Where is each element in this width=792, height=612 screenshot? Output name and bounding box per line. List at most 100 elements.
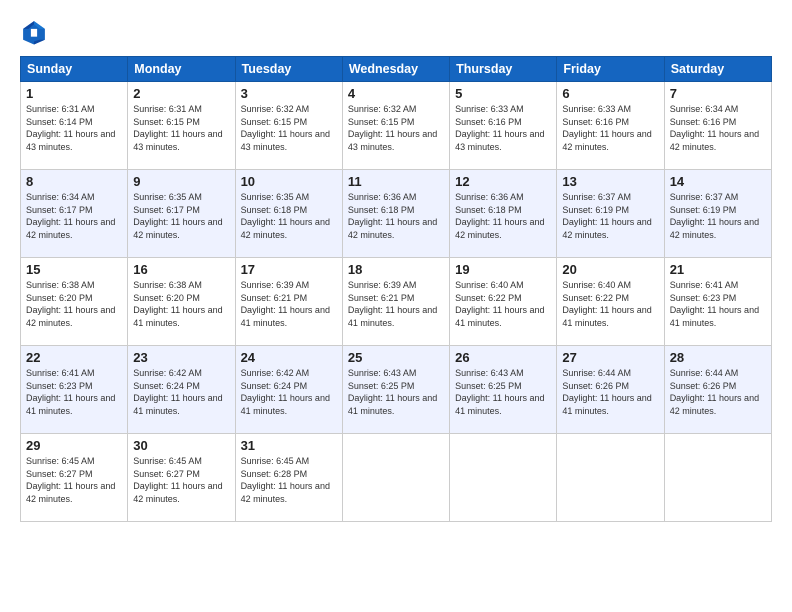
- day-info: Sunrise: 6:40 AM Sunset: 6:22 PM Dayligh…: [562, 279, 658, 329]
- day-number: 6: [562, 86, 658, 101]
- day-info: Sunrise: 6:37 AM Sunset: 6:19 PM Dayligh…: [670, 191, 766, 241]
- day-cell: 6 Sunrise: 6:33 AM Sunset: 6:16 PM Dayli…: [557, 82, 664, 170]
- day-info: Sunrise: 6:36 AM Sunset: 6:18 PM Dayligh…: [348, 191, 444, 241]
- day-number: 5: [455, 86, 551, 101]
- day-number: 21: [670, 262, 766, 277]
- day-cell: 23 Sunrise: 6:42 AM Sunset: 6:24 PM Dayl…: [128, 346, 235, 434]
- day-number: 10: [241, 174, 337, 189]
- day-cell: 18 Sunrise: 6:39 AM Sunset: 6:21 PM Dayl…: [342, 258, 449, 346]
- weekday-saturday: Saturday: [664, 57, 771, 82]
- day-cell: 14 Sunrise: 6:37 AM Sunset: 6:19 PM Dayl…: [664, 170, 771, 258]
- day-number: 31: [241, 438, 337, 453]
- day-number: 1: [26, 86, 122, 101]
- day-number: 20: [562, 262, 658, 277]
- weekday-friday: Friday: [557, 57, 664, 82]
- header: [20, 18, 772, 46]
- day-cell: 9 Sunrise: 6:35 AM Sunset: 6:17 PM Dayli…: [128, 170, 235, 258]
- day-number: 8: [26, 174, 122, 189]
- day-info: Sunrise: 6:41 AM Sunset: 6:23 PM Dayligh…: [670, 279, 766, 329]
- weekday-monday: Monday: [128, 57, 235, 82]
- day-number: 28: [670, 350, 766, 365]
- day-cell: 25 Sunrise: 6:43 AM Sunset: 6:25 PM Dayl…: [342, 346, 449, 434]
- day-cell: 21 Sunrise: 6:41 AM Sunset: 6:23 PM Dayl…: [664, 258, 771, 346]
- day-cell: 2 Sunrise: 6:31 AM Sunset: 6:15 PM Dayli…: [128, 82, 235, 170]
- day-cell: 10 Sunrise: 6:35 AM Sunset: 6:18 PM Dayl…: [235, 170, 342, 258]
- day-info: Sunrise: 6:38 AM Sunset: 6:20 PM Dayligh…: [133, 279, 229, 329]
- day-cell: 5 Sunrise: 6:33 AM Sunset: 6:16 PM Dayli…: [450, 82, 557, 170]
- calendar-table: SundayMondayTuesdayWednesdayThursdayFrid…: [20, 56, 772, 522]
- day-info: Sunrise: 6:36 AM Sunset: 6:18 PM Dayligh…: [455, 191, 551, 241]
- day-number: 13: [562, 174, 658, 189]
- day-number: 25: [348, 350, 444, 365]
- weekday-wednesday: Wednesday: [342, 57, 449, 82]
- day-info: Sunrise: 6:44 AM Sunset: 6:26 PM Dayligh…: [562, 367, 658, 417]
- day-cell: 31 Sunrise: 6:45 AM Sunset: 6:28 PM Dayl…: [235, 434, 342, 522]
- day-cell: 8 Sunrise: 6:34 AM Sunset: 6:17 PM Dayli…: [21, 170, 128, 258]
- day-number: 11: [348, 174, 444, 189]
- day-cell: 22 Sunrise: 6:41 AM Sunset: 6:23 PM Dayl…: [21, 346, 128, 434]
- day-info: Sunrise: 6:32 AM Sunset: 6:15 PM Dayligh…: [241, 103, 337, 153]
- day-number: 29: [26, 438, 122, 453]
- day-info: Sunrise: 6:41 AM Sunset: 6:23 PM Dayligh…: [26, 367, 122, 417]
- day-info: Sunrise: 6:45 AM Sunset: 6:27 PM Dayligh…: [26, 455, 122, 505]
- day-info: Sunrise: 6:45 AM Sunset: 6:28 PM Dayligh…: [241, 455, 337, 505]
- day-cell: 17 Sunrise: 6:39 AM Sunset: 6:21 PM Dayl…: [235, 258, 342, 346]
- day-info: Sunrise: 6:45 AM Sunset: 6:27 PM Dayligh…: [133, 455, 229, 505]
- day-info: Sunrise: 6:39 AM Sunset: 6:21 PM Dayligh…: [241, 279, 337, 329]
- day-info: Sunrise: 6:43 AM Sunset: 6:25 PM Dayligh…: [348, 367, 444, 417]
- day-cell: 30 Sunrise: 6:45 AM Sunset: 6:27 PM Dayl…: [128, 434, 235, 522]
- day-number: 12: [455, 174, 551, 189]
- day-info: Sunrise: 6:31 AM Sunset: 6:14 PM Dayligh…: [26, 103, 122, 153]
- day-cell: 20 Sunrise: 6:40 AM Sunset: 6:22 PM Dayl…: [557, 258, 664, 346]
- day-info: Sunrise: 6:34 AM Sunset: 6:16 PM Dayligh…: [670, 103, 766, 153]
- day-cell: [450, 434, 557, 522]
- day-cell: 7 Sunrise: 6:34 AM Sunset: 6:16 PM Dayli…: [664, 82, 771, 170]
- day-number: 30: [133, 438, 229, 453]
- day-cell: 1 Sunrise: 6:31 AM Sunset: 6:14 PM Dayli…: [21, 82, 128, 170]
- day-number: 7: [670, 86, 766, 101]
- day-info: Sunrise: 6:33 AM Sunset: 6:16 PM Dayligh…: [562, 103, 658, 153]
- day-number: 17: [241, 262, 337, 277]
- week-row-5: 29 Sunrise: 6:45 AM Sunset: 6:27 PM Dayl…: [21, 434, 772, 522]
- day-number: 22: [26, 350, 122, 365]
- day-number: 24: [241, 350, 337, 365]
- day-cell: 4 Sunrise: 6:32 AM Sunset: 6:15 PM Dayli…: [342, 82, 449, 170]
- day-number: 14: [670, 174, 766, 189]
- day-number: 26: [455, 350, 551, 365]
- day-cell: 12 Sunrise: 6:36 AM Sunset: 6:18 PM Dayl…: [450, 170, 557, 258]
- day-cell: 27 Sunrise: 6:44 AM Sunset: 6:26 PM Dayl…: [557, 346, 664, 434]
- day-cell: [342, 434, 449, 522]
- day-cell: 28 Sunrise: 6:44 AM Sunset: 6:26 PM Dayl…: [664, 346, 771, 434]
- day-number: 3: [241, 86, 337, 101]
- day-info: Sunrise: 6:35 AM Sunset: 6:18 PM Dayligh…: [241, 191, 337, 241]
- day-info: Sunrise: 6:34 AM Sunset: 6:17 PM Dayligh…: [26, 191, 122, 241]
- weekday-header-row: SundayMondayTuesdayWednesdayThursdayFrid…: [21, 57, 772, 82]
- day-number: 15: [26, 262, 122, 277]
- day-info: Sunrise: 6:43 AM Sunset: 6:25 PM Dayligh…: [455, 367, 551, 417]
- day-info: Sunrise: 6:37 AM Sunset: 6:19 PM Dayligh…: [562, 191, 658, 241]
- day-info: Sunrise: 6:32 AM Sunset: 6:15 PM Dayligh…: [348, 103, 444, 153]
- day-number: 27: [562, 350, 658, 365]
- logo: [20, 18, 52, 46]
- day-info: Sunrise: 6:33 AM Sunset: 6:16 PM Dayligh…: [455, 103, 551, 153]
- page: SundayMondayTuesdayWednesdayThursdayFrid…: [0, 0, 792, 612]
- day-cell: 13 Sunrise: 6:37 AM Sunset: 6:19 PM Dayl…: [557, 170, 664, 258]
- week-row-1: 1 Sunrise: 6:31 AM Sunset: 6:14 PM Dayli…: [21, 82, 772, 170]
- day-info: Sunrise: 6:44 AM Sunset: 6:26 PM Dayligh…: [670, 367, 766, 417]
- day-cell: 24 Sunrise: 6:42 AM Sunset: 6:24 PM Dayl…: [235, 346, 342, 434]
- day-info: Sunrise: 6:42 AM Sunset: 6:24 PM Dayligh…: [133, 367, 229, 417]
- day-cell: 19 Sunrise: 6:40 AM Sunset: 6:22 PM Dayl…: [450, 258, 557, 346]
- day-number: 2: [133, 86, 229, 101]
- week-row-3: 15 Sunrise: 6:38 AM Sunset: 6:20 PM Dayl…: [21, 258, 772, 346]
- day-number: 16: [133, 262, 229, 277]
- day-info: Sunrise: 6:42 AM Sunset: 6:24 PM Dayligh…: [241, 367, 337, 417]
- weekday-sunday: Sunday: [21, 57, 128, 82]
- day-info: Sunrise: 6:40 AM Sunset: 6:22 PM Dayligh…: [455, 279, 551, 329]
- day-number: 4: [348, 86, 444, 101]
- day-number: 9: [133, 174, 229, 189]
- week-row-2: 8 Sunrise: 6:34 AM Sunset: 6:17 PM Dayli…: [21, 170, 772, 258]
- day-cell: 15 Sunrise: 6:38 AM Sunset: 6:20 PM Dayl…: [21, 258, 128, 346]
- day-cell: 3 Sunrise: 6:32 AM Sunset: 6:15 PM Dayli…: [235, 82, 342, 170]
- day-info: Sunrise: 6:38 AM Sunset: 6:20 PM Dayligh…: [26, 279, 122, 329]
- day-cell: 16 Sunrise: 6:38 AM Sunset: 6:20 PM Dayl…: [128, 258, 235, 346]
